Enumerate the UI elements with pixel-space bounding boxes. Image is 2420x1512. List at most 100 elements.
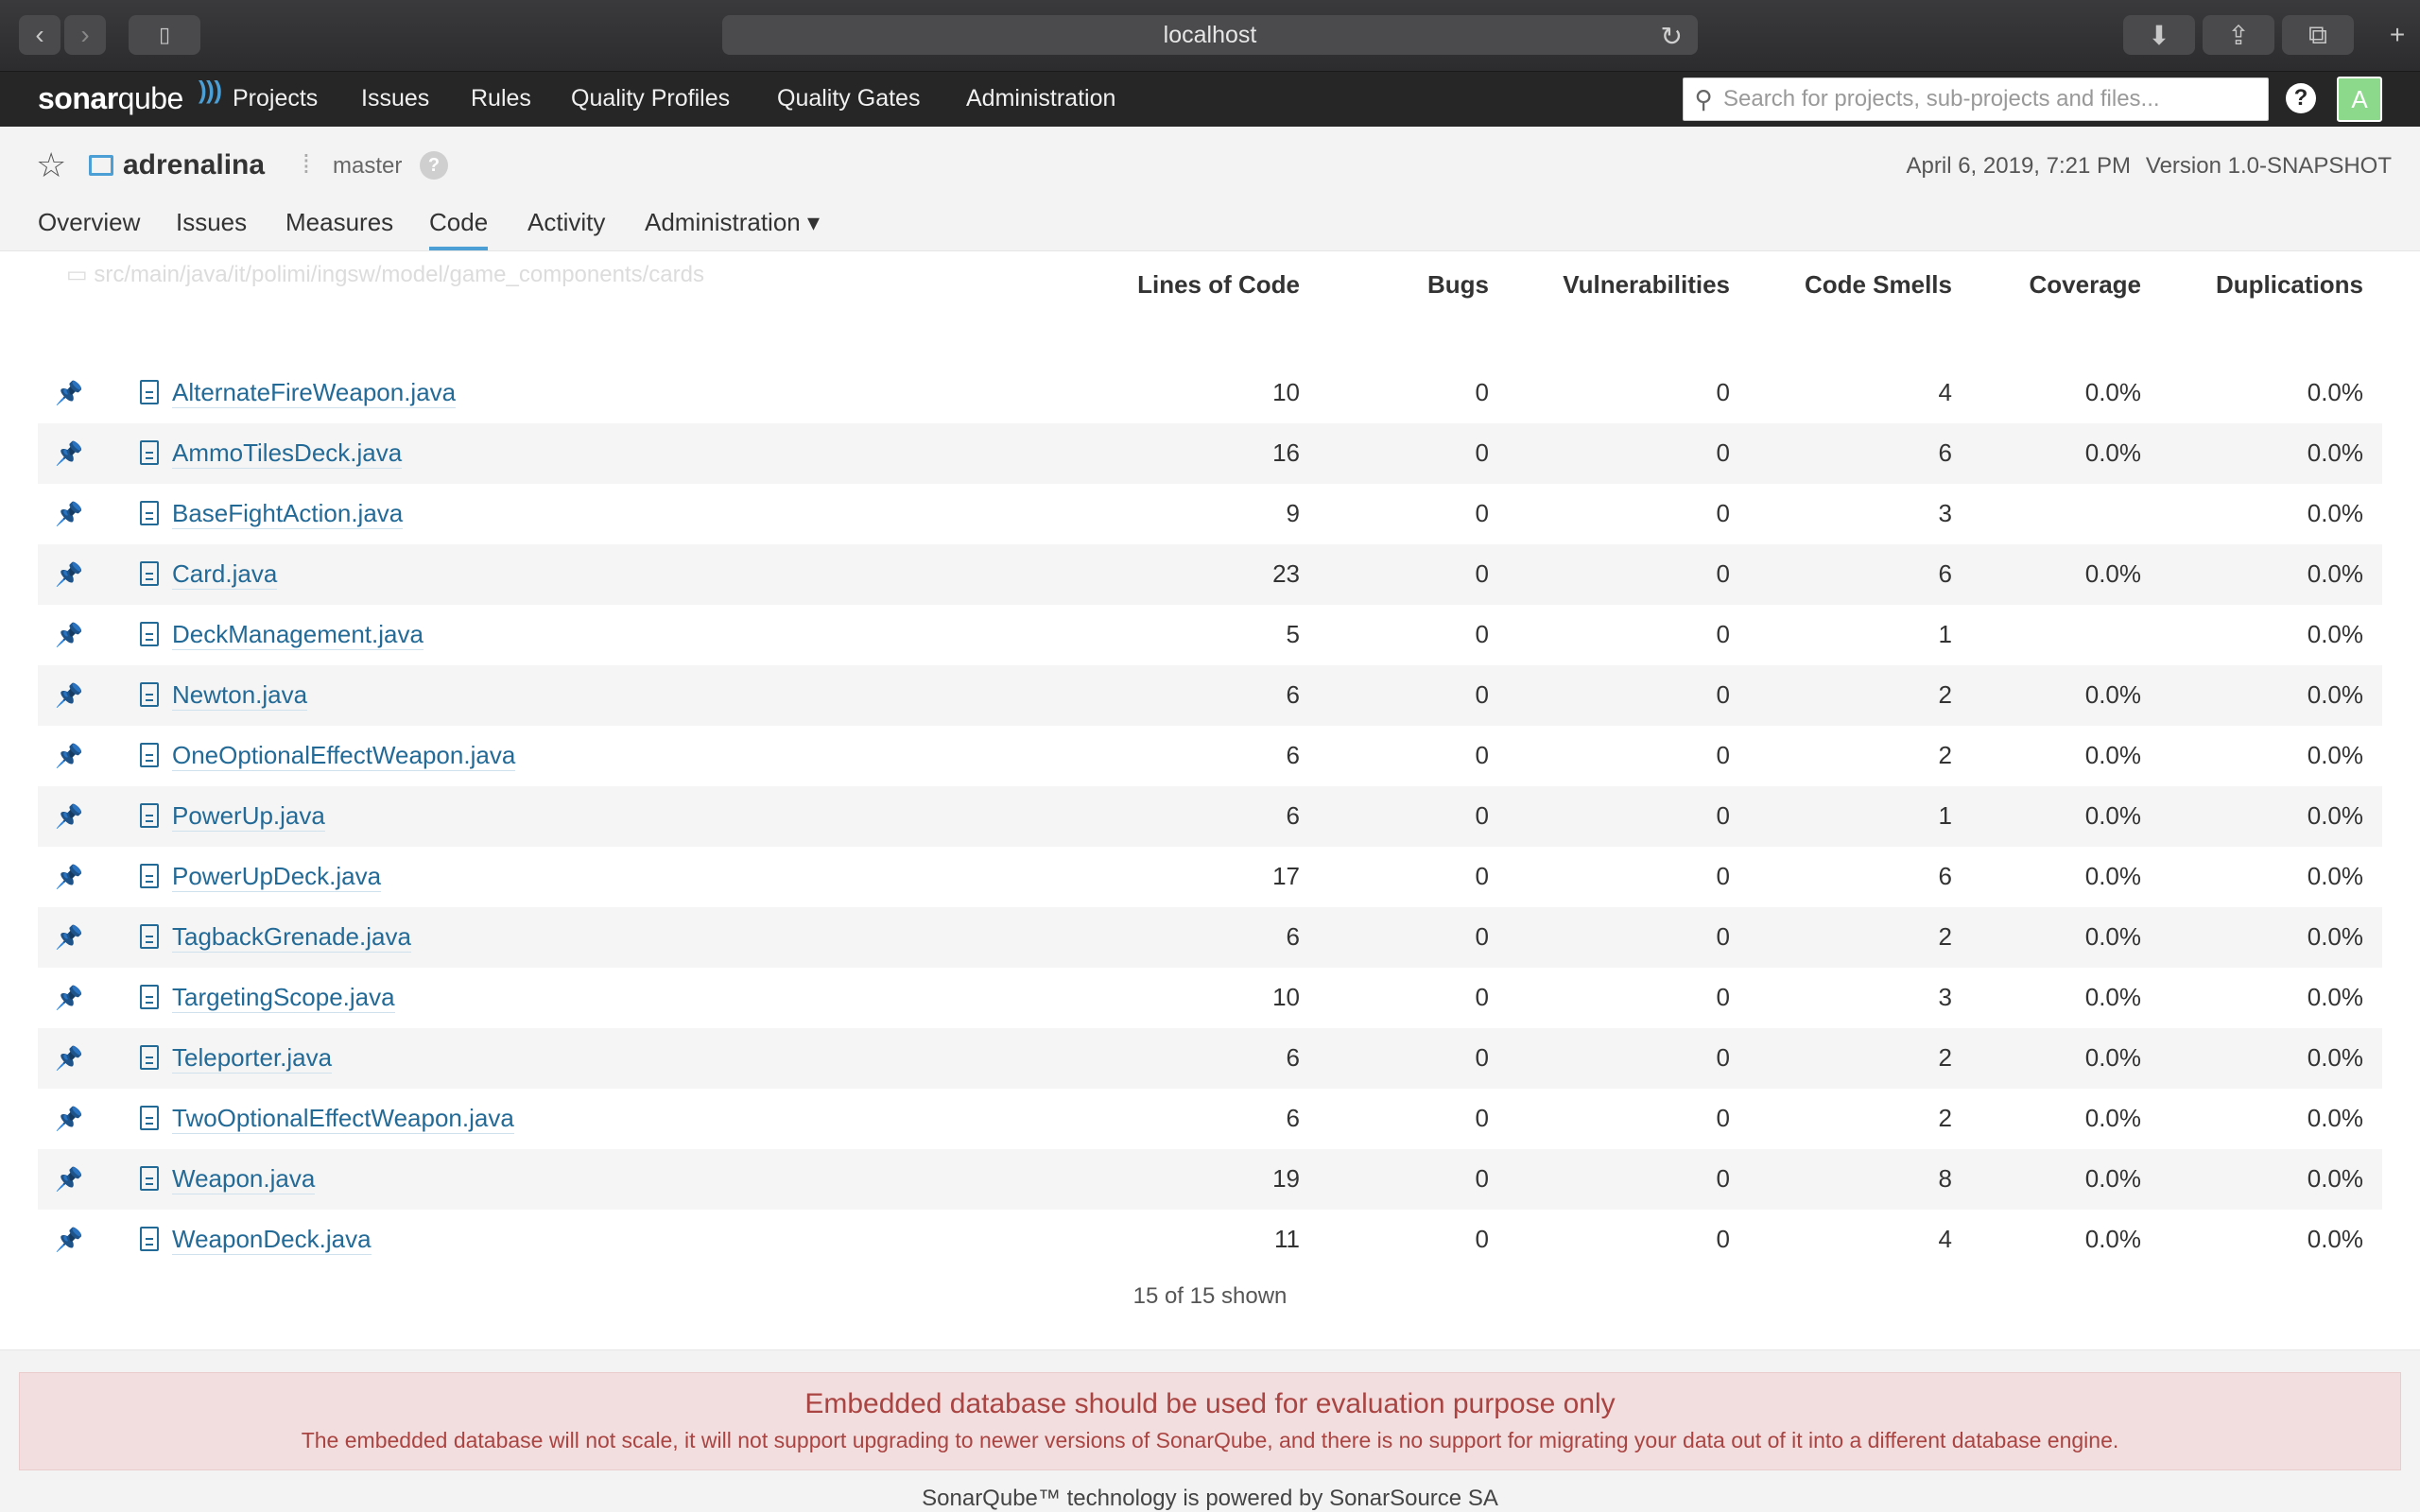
pin-icon[interactable]: 📌 [55, 440, 83, 468]
cell-code-smells[interactable]: 4 [1763, 1225, 1952, 1254]
cell-lines-of-code[interactable]: 16 [1111, 438, 1300, 468]
file-name-link[interactable]: Card.java [172, 559, 278, 590]
cell-lines-of-code[interactable]: 6 [1111, 801, 1300, 831]
cell-bugs[interactable]: 0 [1300, 983, 1489, 1012]
cell-vulnerabilities[interactable]: 0 [1541, 620, 1730, 649]
cell-lines-of-code[interactable]: 23 [1111, 559, 1300, 589]
table-row[interactable]: 📌 PowerUpDeck.java 17 0 0 6 0.0% 0.0% [38, 847, 2382, 907]
sidebar-toggle-icon[interactable]: ▯ [129, 15, 200, 55]
pin-icon[interactable]: 📌 [55, 864, 83, 891]
file-name-link[interactable]: Newton.java [172, 680, 308, 711]
cell-code-smells[interactable]: 1 [1763, 801, 1952, 831]
cell-vulnerabilities[interactable]: 0 [1541, 922, 1730, 952]
cell-bugs[interactable]: 0 [1300, 499, 1489, 528]
tab-activity[interactable]: Activity [527, 208, 605, 247]
tab-overview[interactable]: Overview [38, 208, 140, 247]
cell-code-smells[interactable]: 2 [1763, 1104, 1952, 1133]
download-icon[interactable]: ⬇ [2123, 15, 2195, 55]
forward-icon[interactable]: › [64, 15, 106, 55]
file-name-link[interactable]: Teleporter.java [172, 1043, 333, 1074]
table-row[interactable]: 📌 Weapon.java 19 0 0 8 0.0% 0.0% [38, 1149, 2382, 1210]
global-search[interactable]: ⚲ [1683, 77, 2269, 121]
file-name-link[interactable]: AlternateFireWeapon.java [172, 378, 457, 408]
cell-bugs[interactable]: 0 [1300, 922, 1489, 952]
pin-icon[interactable]: 📌 [55, 682, 83, 710]
cell-vulnerabilities[interactable]: 0 [1541, 741, 1730, 770]
file-name-link[interactable]: TagbackGrenade.java [172, 922, 411, 953]
table-row[interactable]: 📌 BaseFightAction.java 9 0 0 3 0.0% [38, 484, 2382, 544]
table-row[interactable]: 📌 TagbackGrenade.java 6 0 0 2 0.0% 0.0% [38, 907, 2382, 968]
pin-icon[interactable]: 📌 [55, 561, 83, 589]
table-row[interactable]: 📌 PowerUp.java 6 0 0 1 0.0% 0.0% [38, 786, 2382, 847]
file-name-link[interactable]: OneOptionalEffectWeapon.java [172, 741, 516, 771]
file-name-link[interactable]: PowerUpDeck.java [172, 862, 382, 892]
help-icon[interactable]: ? [2286, 83, 2316, 113]
file-name-link[interactable]: DeckManagement.java [172, 620, 424, 650]
cell-bugs[interactable]: 0 [1300, 741, 1489, 770]
cell-bugs[interactable]: 0 [1300, 559, 1489, 589]
table-row[interactable]: 📌 Card.java 23 0 0 6 0.0% 0.0% [38, 544, 2382, 605]
cell-code-smells[interactable]: 2 [1763, 680, 1952, 710]
cell-lines-of-code[interactable]: 5 [1111, 620, 1300, 649]
pin-icon[interactable]: 📌 [55, 1045, 83, 1073]
tab-administration[interactable]: Administration ▾ [645, 208, 820, 247]
cell-bugs[interactable]: 0 [1300, 862, 1489, 891]
nav-issues[interactable]: Issues [361, 85, 429, 112]
cell-code-smells[interactable]: 2 [1763, 1043, 1952, 1073]
cell-lines-of-code[interactable]: 19 [1111, 1164, 1300, 1194]
cell-bugs[interactable]: 0 [1300, 1043, 1489, 1073]
pin-icon[interactable]: 📌 [55, 985, 83, 1012]
cell-lines-of-code[interactable]: 6 [1111, 1104, 1300, 1133]
tab-code[interactable]: Code [429, 208, 489, 250]
cell-vulnerabilities[interactable]: 0 [1541, 1104, 1730, 1133]
back-icon[interactable]: ‹ [19, 15, 60, 55]
nav-quality-profiles[interactable]: Quality Profiles [571, 85, 730, 112]
share-icon[interactable]: ⇪ [2203, 15, 2274, 55]
file-name-link[interactable]: TwoOptionalEffectWeapon.java [172, 1104, 514, 1134]
cell-code-smells[interactable]: 8 [1763, 1164, 1952, 1194]
cell-bugs[interactable]: 0 [1300, 801, 1489, 831]
cell-bugs[interactable]: 0 [1300, 438, 1489, 468]
cell-lines-of-code[interactable]: 10 [1111, 378, 1300, 407]
cell-vulnerabilities[interactable]: 0 [1541, 559, 1730, 589]
favorite-star-icon[interactable]: ☆ [36, 146, 66, 185]
table-row[interactable]: 📌 TargetingScope.java 10 0 0 3 0.0% 0.0% [38, 968, 2382, 1028]
header-duplications[interactable]: Duplications [2080, 270, 2363, 300]
file-name-link[interactable]: Weapon.java [172, 1164, 316, 1194]
project-name[interactable]: adrenalina [123, 149, 265, 181]
cell-bugs[interactable]: 0 [1300, 1104, 1489, 1133]
cell-code-smells[interactable]: 4 [1763, 378, 1952, 407]
cell-vulnerabilities[interactable]: 0 [1541, 378, 1730, 407]
new-tab-icon[interactable]: + [2378, 15, 2416, 55]
cell-code-smells[interactable]: 1 [1763, 620, 1952, 649]
cell-vulnerabilities[interactable]: 0 [1541, 862, 1730, 891]
cell-lines-of-code[interactable]: 6 [1111, 680, 1300, 710]
cell-vulnerabilities[interactable]: 0 [1541, 438, 1730, 468]
pin-icon[interactable]: 📌 [55, 501, 83, 528]
pin-icon[interactable]: 📌 [55, 743, 83, 770]
nav-quality-gates[interactable]: Quality Gates [777, 85, 920, 112]
sonarqube-logo[interactable]: sonarqube ))) [38, 76, 222, 116]
header-code-smells[interactable]: Code Smells [1668, 270, 1952, 300]
table-row[interactable]: 📌 OneOptionalEffectWeapon.java 6 0 0 2 0.0% 0.0… [38, 726, 2382, 786]
cell-bugs[interactable]: 0 [1300, 378, 1489, 407]
cell-lines-of-code[interactable]: 11 [1111, 1225, 1300, 1254]
table-row[interactable]: 📌 AmmoTilesDeck.java 16 0 0 6 0.0% 0.0% [38, 423, 2382, 484]
cell-lines-of-code[interactable]: 9 [1111, 499, 1300, 528]
cell-vulnerabilities[interactable]: 0 [1541, 801, 1730, 831]
file-name-link[interactable]: WeaponDeck.java [172, 1225, 372, 1255]
table-row[interactable]: 📌 AlternateFireWeapon.java 10 0 0 4 0.0% 0.0% [38, 363, 2382, 423]
tab-measures[interactable]: Measures [285, 208, 393, 247]
cell-code-smells[interactable]: 3 [1763, 499, 1952, 528]
table-row[interactable]: 📌 TwoOptionalEffectWeapon.java 6 0 0 2 0.0% 0.0… [38, 1089, 2382, 1149]
pin-icon[interactable]: 📌 [55, 380, 83, 407]
cell-vulnerabilities[interactable]: 0 [1541, 1043, 1730, 1073]
branch-help-icon[interactable]: ? [420, 151, 448, 180]
cell-vulnerabilities[interactable]: 0 [1541, 499, 1730, 528]
cell-code-smells[interactable]: 6 [1763, 559, 1952, 589]
nav-rules[interactable]: Rules [471, 85, 531, 112]
avatar[interactable]: A [2337, 77, 2382, 122]
table-row[interactable]: 📌 DeckManagement.java 5 0 0 1 0.0% [38, 605, 2382, 665]
address-bar[interactable]: localhost ↻ [722, 15, 1698, 55]
pin-icon[interactable]: 📌 [55, 924, 83, 952]
